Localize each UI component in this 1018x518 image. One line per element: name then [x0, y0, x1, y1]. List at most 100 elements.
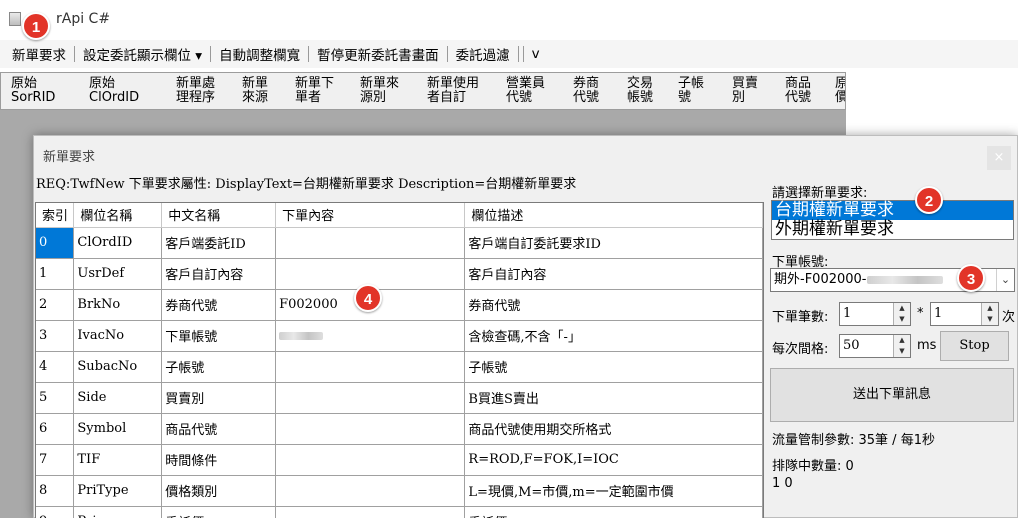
interval-label: 每次間格: [772, 342, 829, 357]
menu-overflow-chevron-icon[interactable]: v [526, 46, 546, 62]
cell-order-content[interactable] [275, 320, 466, 352]
redacted-account [279, 331, 324, 340]
grid-column-header-line: 來源 [242, 90, 269, 105]
grid-column-header-line: 代號 [573, 90, 600, 105]
grid-column-header-line: 代號 [785, 90, 812, 105]
table-row[interactable]: 9Price委託價委託價 [36, 506, 763, 518]
table-row[interactable]: 7 TIF 時間條件 R=ROD,F=FOK,I=IOC [36, 444, 763, 476]
menu-set-display-columns[interactable]: 設定委託顯示欄位 ▾ [77, 44, 208, 64]
cell-chinese-name: 商品代號 [161, 413, 277, 445]
grid-column-header[interactable]: 新單下 單者 [295, 77, 334, 105]
cell-order-content[interactable] [275, 506, 466, 518]
cell-field-description: 客戶端自訂委託要求ID [464, 227, 763, 259]
cell-chinese-name: 券商代號 [161, 289, 277, 321]
grid-column-header-line: 原 [835, 77, 845, 91]
grid-column-header-line: 新單來 [360, 76, 400, 91]
grid-column-header-line: 原始 [89, 76, 116, 91]
close-icon[interactable]: × [987, 146, 1011, 170]
status-line: 1 0 [772, 476, 793, 491]
callout-badge-3: 3 [957, 264, 985, 292]
flow-control-label: 流量管制參數: 35筆 / 每1秒 [772, 433, 935, 448]
cell-idx: 1 [36, 258, 75, 290]
grid-column-header[interactable]: 原始 SorRID [11, 77, 55, 105]
menu-separator [517, 46, 519, 62]
cell-field-description: B買進S賣出 [464, 382, 763, 414]
col-header-field-name[interactable]: 欄位名稱 [73, 203, 163, 228]
dialog-title: 新單要求 [43, 150, 96, 165]
grid-column-header[interactable]: 子帳號 [678, 77, 704, 105]
grid-column-header-line: 帳號 [627, 90, 654, 105]
grid-column-header-line: SorRID [11, 90, 56, 105]
redacted-account [866, 275, 943, 284]
list-option-foreign-futures[interactable]: 外期權新單要求 [772, 220, 1013, 239]
stepper-down-icon[interactable]: ▼ [982, 314, 998, 325]
interval-unit: ms [917, 338, 937, 353]
grid-column-header[interactable]: 營業員 代號 [506, 77, 545, 105]
stepper-down-icon[interactable]: ▼ [894, 346, 910, 357]
grid-column-header[interactable]: 買賣別 [732, 77, 758, 105]
menu-separator [522, 46, 524, 62]
cell-order-content[interactable] [275, 444, 466, 476]
stepper-down-icon[interactable]: ▼ [894, 314, 910, 325]
cell-order-content[interactable] [275, 382, 466, 414]
cell-field-name: UsrDef [73, 258, 163, 290]
col-header-field-description[interactable]: 欄位描述 [464, 203, 763, 228]
callout-badge-1: 1 [22, 12, 50, 40]
grid-column-header[interactable]: 原價 [835, 77, 845, 105]
grid-column-header[interactable]: 新單使用 者自訂 [427, 77, 479, 105]
table-row[interactable]: 8 PriType 價格類別 L=現價,M=市價,m=一定範圍市價 [36, 475, 763, 507]
table-row[interactable]: 5 Side 買賣別 B買進S賣出 [36, 382, 763, 414]
cell-idx: 9 [36, 506, 75, 518]
table-row[interactable]: 3 IvacNo 下單帳號 含檢查碼,不含「-」 [36, 320, 763, 352]
interval-stepper[interactable]: 50 ▲ ▼ [839, 334, 911, 358]
chevron-down-icon[interactable]: ⌄ [996, 269, 1014, 291]
menu-order-filter[interactable]: 委託過濾 [450, 44, 516, 64]
grid-column-header-line: 新單 [242, 76, 269, 91]
stepper-buttons[interactable]: ▲ ▼ [893, 335, 910, 357]
callout-badge-4: 4 [354, 284, 382, 312]
window-title: rApi C# [56, 11, 111, 27]
stepper-buttons[interactable]: ▲ ▼ [981, 303, 998, 325]
cell-order-content[interactable] [275, 413, 466, 445]
app-icon [9, 12, 21, 26]
cell-field-name: BrkNo [73, 289, 163, 321]
request-type-listbox[interactable]: 台期權新單要求 外期權新單要求 [771, 200, 1014, 240]
stepper-up-icon[interactable]: ▲ [894, 335, 910, 346]
stop-button[interactable]: Stop [940, 331, 1009, 361]
menu-separator [308, 46, 310, 62]
table-row[interactable]: 2 BrkNo 券商代號 F002000 券商代號 [36, 289, 763, 321]
grid-column-header[interactable]: 券商 代號 [573, 77, 599, 105]
grid-column-header[interactable]: 商品 代號 [785, 77, 811, 105]
cell-order-content[interactable] [275, 475, 466, 507]
stepper-buttons[interactable]: ▲ ▼ [893, 303, 910, 325]
cell-field-name: Symbol [73, 413, 163, 445]
cell-idx: 5 [36, 382, 75, 414]
menu-pause-updates[interactable]: 暫停更新委託書畫面 [311, 44, 445, 64]
cell-field-name: IvacNo [73, 320, 163, 352]
grid-column-header[interactable]: 原始 ClOrdID [89, 77, 139, 105]
send-order-button[interactable]: 送出下單訊息 [770, 368, 1014, 422]
col-header-index[interactable]: 索引 [36, 203, 75, 228]
table-row[interactable]: 6 Symbol 商品代號 商品代號使用期交所格式 [36, 413, 763, 445]
table-row[interactable]: 1 UsrDef 客戶自訂內容 客戶自訂內容 [36, 258, 763, 290]
stepper-up-icon[interactable]: ▲ [894, 303, 910, 314]
grid-column-header[interactable]: 新單來 源別 [360, 77, 399, 105]
order-count-stepper[interactable]: 1 ▲ ▼ [839, 302, 911, 326]
repeat-times-stepper[interactable]: 1 ▲ ▼ [930, 302, 999, 326]
cell-order-content[interactable] [275, 351, 466, 383]
col-header-chinese-name[interactable]: 中文名稱 [161, 203, 277, 228]
table-row[interactable]: 4 SubacNo 子帳號 子帳號 [36, 351, 763, 383]
interval-value: 50 [843, 338, 860, 353]
cell-chinese-name: 下單帳號 [161, 320, 277, 352]
menu-new-order[interactable]: 新單要求 [6, 44, 72, 64]
cell-order-content[interactable] [275, 227, 466, 259]
stepper-up-icon[interactable]: ▲ [982, 303, 998, 314]
list-option-tw-futures[interactable]: 台期權新單要求 [772, 201, 1013, 220]
grid-column-header-line: 券商 [573, 76, 600, 91]
grid-column-header[interactable]: 新單處 理程序 [176, 77, 215, 105]
table-row[interactable]: 0 ClOrdID 客戶端委託ID 客戶端自訂委託要求ID [36, 227, 763, 259]
grid-column-header[interactable]: 交易 帳號 [627, 77, 653, 105]
col-header-order-content[interactable]: 下單內容 [275, 203, 466, 228]
menu-auto-fit-columns[interactable]: 自動調整欄寬 [213, 44, 306, 64]
grid-column-header[interactable]: 新單 來源 [242, 77, 268, 105]
